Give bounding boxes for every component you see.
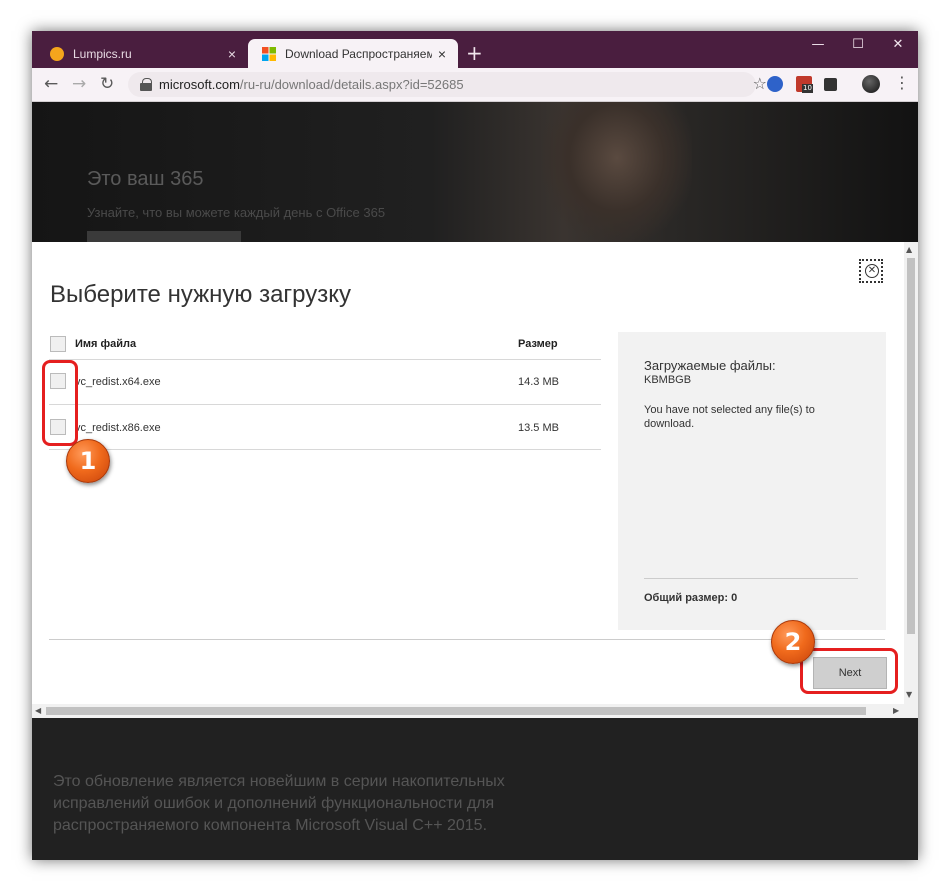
tab-close-icon[interactable]: × xyxy=(222,46,242,62)
vertical-scroll-thumb[interactable] xyxy=(907,258,915,634)
browser-toolbar: ← → ↻ microsoft.com/ru-ru/download/detai… xyxy=(32,68,918,102)
profile-avatar[interactable] xyxy=(862,75,880,93)
vertical-scrollbar[interactable]: ▲ ▼ xyxy=(904,242,918,704)
file-size: 14.3 MB xyxy=(518,376,559,388)
close-window-button[interactable]: ✕ xyxy=(878,37,918,52)
scroll-up-icon[interactable]: ▲ xyxy=(906,245,912,254)
maximize-button[interactable]: ☐ xyxy=(838,37,878,52)
scroll-left-icon[interactable]: ◀ xyxy=(35,706,41,715)
close-icon: ✕ xyxy=(865,264,879,278)
lumpics-favicon-icon xyxy=(50,46,64,61)
checkbox-highlight xyxy=(42,360,78,446)
row-divider xyxy=(49,449,601,450)
lock-icon-body xyxy=(140,83,152,91)
download-summary-panel: Загружаемые файлы: KBMBGB You have not s… xyxy=(618,332,886,630)
summary-size-units: KBMBGB xyxy=(644,374,692,386)
hero-image xyxy=(542,102,692,242)
dialog-title: Выберите нужную загрузку xyxy=(50,281,352,308)
file-name: vc_redist.x64.exe xyxy=(75,376,161,388)
tab-lumpics[interactable]: Lumpics.ru × xyxy=(36,39,248,68)
tab-download[interactable]: Download Распространяемый к × xyxy=(248,39,458,68)
tab-close-icon[interactable]: × xyxy=(432,46,452,62)
summary-message: You have not selected any file(s) to dow… xyxy=(644,404,815,430)
microsoft-logo-icon xyxy=(262,46,276,61)
column-header-filename: Имя файла xyxy=(75,338,137,350)
new-tab-button[interactable]: + xyxy=(466,42,483,64)
page-description: Это обновление является новейшим в серии… xyxy=(53,773,505,834)
extension-shield-icon[interactable]: 10 xyxy=(796,76,813,93)
url-path: /ru-ru/download/details.aspx?id=52685 xyxy=(239,77,464,92)
scroll-down-icon[interactable]: ▼ xyxy=(906,690,912,699)
summary-title: Загружаемые файлы: xyxy=(644,358,776,373)
extension-globe-icon[interactable] xyxy=(767,76,783,92)
hero-banner: Это ваш 365 Узнайте, что вы можете кажды… xyxy=(32,102,918,247)
address-bar[interactable]: microsoft.com/ru-ru/download/details.asp… xyxy=(128,72,767,97)
download-dialog: ✕ Выберите нужную загрузку Имя файла Раз… xyxy=(32,242,904,704)
dialog-divider xyxy=(49,639,885,640)
dialog-close-button[interactable]: ✕ xyxy=(859,259,883,283)
bookmark-star-icon[interactable]: ☆ xyxy=(753,74,767,93)
scroll-right-icon[interactable]: ▶ xyxy=(893,706,899,715)
select-all-checkbox[interactable] xyxy=(50,336,66,352)
step-badge-2: 2 xyxy=(771,620,815,664)
title-bar: Lumpics.ru × Download Распространяемый к… xyxy=(32,31,918,68)
page-description-section: Это обновление является новейшим в серии… xyxy=(32,718,918,860)
tab-title: Lumpics.ru xyxy=(73,46,132,61)
horizontal-scrollbar[interactable]: ◀ ▶ xyxy=(32,704,918,718)
summary-divider xyxy=(644,578,858,579)
hero-subtitle: Узнайте, что вы можете каждый день с Off… xyxy=(87,205,386,220)
step-badge-1: 1 xyxy=(66,439,110,483)
next-button-highlight xyxy=(800,648,898,694)
file-name: vc_redist.x86.exe xyxy=(75,422,161,434)
url-text[interactable]: microsoft.com/ru-ru/download/details.asp… xyxy=(159,77,464,92)
minimize-button[interactable]: — xyxy=(798,37,838,52)
column-header-size: Размер xyxy=(518,338,558,350)
file-size: 13.5 MB xyxy=(518,422,559,434)
reload-button[interactable]: ↻ xyxy=(100,75,114,93)
browser-window: Lumpics.ru × Download Распространяемый к… xyxy=(32,31,918,860)
row-divider xyxy=(49,404,601,405)
forward-button[interactable]: → xyxy=(72,75,86,93)
url-host: microsoft.com xyxy=(159,77,240,92)
row-divider xyxy=(49,359,601,360)
horizontal-scroll-thumb[interactable] xyxy=(46,707,866,715)
tab-title: Download Распространяемый к xyxy=(285,46,432,61)
extension-cube-icon[interactable] xyxy=(824,78,837,91)
page-content: Это ваш 365 Узнайте, что вы можете кажды… xyxy=(32,102,918,860)
summary-total: Общий размер: 0 xyxy=(644,592,738,604)
back-button[interactable]: ← xyxy=(44,75,58,93)
browser-menu-icon[interactable]: ⋮ xyxy=(894,74,910,92)
hero-title: Это ваш 365 xyxy=(87,168,204,190)
extension-badge: 10 xyxy=(802,84,813,93)
